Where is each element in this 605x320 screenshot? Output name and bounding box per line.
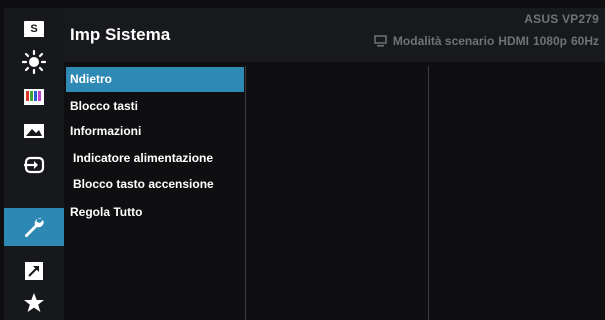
svg-text:S: S [30,23,37,35]
osd-menu: S Imp Sistema ASUS VP279 Modalità scenar… [0,0,605,320]
menu-item-power-indicator[interactable]: Indicatore alimentazione [73,151,213,165]
menu-item-all-reset[interactable]: Regola Tutto [70,205,142,219]
sidebar-item-blue-light[interactable] [4,45,64,79]
sidebar-item-input[interactable] [4,148,64,182]
menu-item-back[interactable]: Ndietro [66,67,244,92]
system-setup-menu: Ndietro Blocco tasti Informazioni Indica… [64,62,605,320]
column-divider [428,66,429,320]
status-bar: Modalità scenario HDMI 1080p 60Hz [374,34,599,48]
arrow-icon [25,262,43,280]
menu-item-key-lock[interactable]: Blocco tasti [70,99,138,113]
resolution: 1080p [532,34,567,48]
scenario-mode: Modalità scenario [392,34,495,48]
s-icon: S [24,21,44,37]
sidebar-item-favorite[interactable] [4,286,64,320]
column-divider [245,66,246,320]
menu-item-power-key-lock[interactable]: Blocco tasto accensione [73,177,214,191]
color-bars-icon [24,89,44,105]
monitor-icon [374,35,387,47]
input-source: HDMI [498,34,529,48]
star-icon [24,293,44,312]
model-label: ASUS VP279 [524,12,599,26]
sidebar-item-color[interactable] [4,80,64,114]
image-icon [24,124,44,138]
menu-item-information[interactable]: Informazioni [70,124,141,138]
header: Imp Sistema ASUS VP279 Modalità scenario… [64,8,605,62]
sidebar-item-image[interactable] [4,114,64,148]
sidebar-item-system-setup[interactable] [4,208,64,246]
page-title: Imp Sistema [70,25,171,44]
wrench-icon [24,218,44,238]
refresh-rate: 60Hz [570,34,599,48]
light-icon [22,50,46,74]
sidebar: S [4,8,64,320]
input-icon [24,156,45,174]
sidebar-item-splendid[interactable]: S [4,12,64,46]
sidebar-item-shortcut[interactable] [4,254,64,288]
